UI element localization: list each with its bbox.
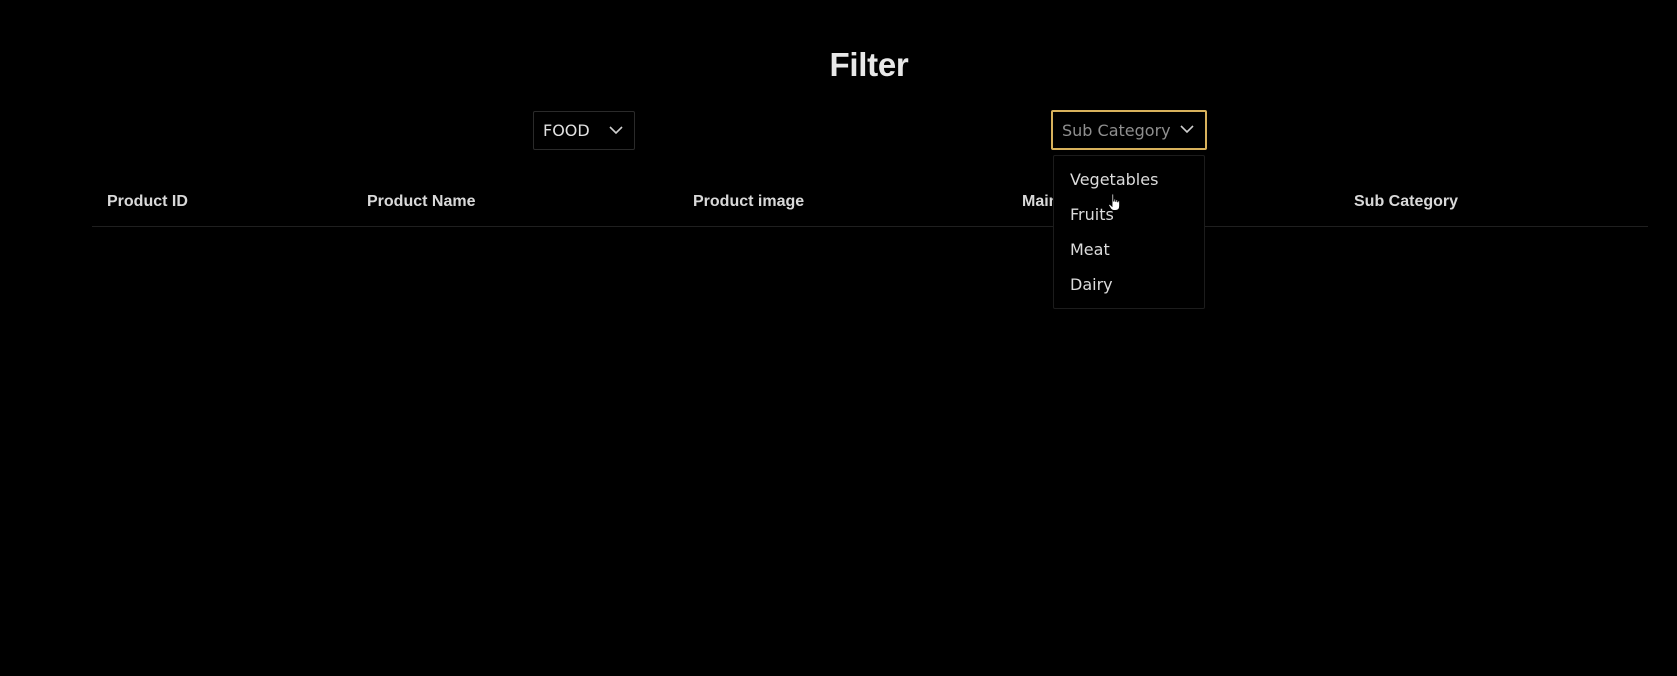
table-header: Product ID Product Name Product image Ma… [92, 186, 1648, 227]
column-header-product-id[interactable]: Product ID [107, 193, 188, 211]
chevron-down-icon [1179, 124, 1195, 134]
sub-category-placeholder: Sub Category [1062, 120, 1171, 140]
column-header-product-image[interactable]: Product image [693, 193, 804, 211]
hand-pointer-cursor-icon [1108, 193, 1122, 213]
page-title: Filter [829, 46, 909, 84]
main-category-value: FOOD [543, 121, 590, 140]
dropdown-option-dairy[interactable]: Dairy [1070, 275, 1113, 294]
sub-category-dropdown-menu: Vegetables Fruits Meat Dairy [1053, 155, 1205, 309]
column-header-sub-category[interactable]: Sub Category [1354, 193, 1458, 211]
chevron-down-icon [608, 125, 624, 135]
sub-category-select[interactable]: Sub Category [1051, 110, 1207, 150]
dropdown-option-meat[interactable]: Meat [1070, 240, 1110, 259]
main-category-select[interactable]: FOOD [533, 111, 635, 150]
column-header-product-name[interactable]: Product Name [367, 193, 475, 211]
dropdown-option-vegetables[interactable]: Vegetables [1070, 170, 1158, 189]
